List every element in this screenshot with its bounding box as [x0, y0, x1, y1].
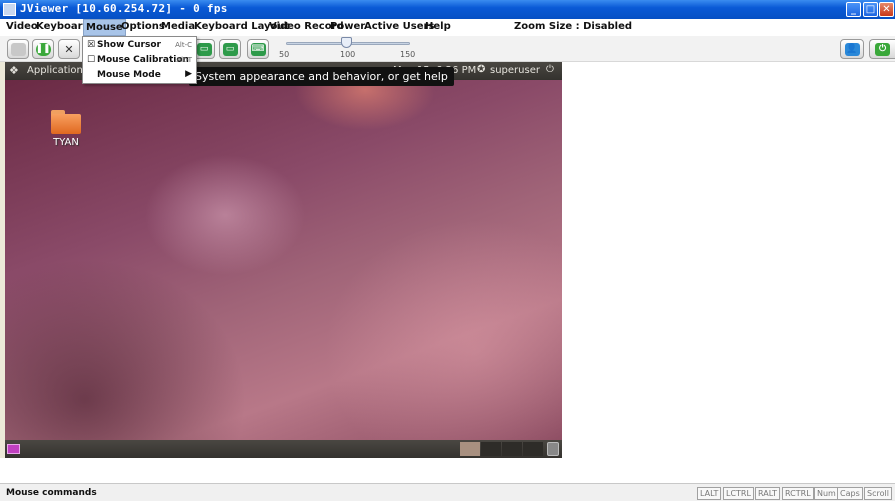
trash-icon[interactable] — [547, 442, 559, 456]
mouse-calibration-item[interactable]: ☐ Mouse Calibration Alt-T — [83, 53, 196, 68]
menu-mouse[interactable]: Mouse — [83, 19, 126, 36]
menu-media[interactable]: Media — [161, 21, 195, 32]
applications-menu[interactable]: Applications — [27, 65, 88, 76]
mouse-menu-dropdown: ☒ Show Cursor Alt-C ☐ Mouse Calibration … — [82, 36, 197, 84]
statusbar: Mouse commands LALT LCTRL RALT RCTRL Num… — [0, 483, 895, 501]
user-icon: 👤 — [844, 42, 860, 56]
drive-icon: ▭ — [196, 42, 212, 56]
slider-tick-label: 150 — [400, 50, 416, 59]
remote-desktop-view[interactable]: ❖ Applications May 15, 6:26 PM ✪ superus… — [5, 62, 562, 458]
key-indicator-num: Num — [814, 487, 839, 500]
minimize-button[interactable]: _ — [846, 2, 861, 17]
mouse-mode-item[interactable]: Mouse Mode ▶ — [83, 68, 196, 83]
key-indicator-caps: Caps — [837, 487, 863, 500]
menu-keyboard[interactable]: Keyboard — [36, 21, 90, 32]
show-cursor-item[interactable]: ☒ Show Cursor Alt-C — [83, 38, 196, 53]
key-indicator-ralt: RALT — [755, 487, 780, 500]
pause-icon: ❚❚ — [35, 42, 51, 56]
power-button[interactable]: ⏻ — [869, 39, 895, 59]
menu-active-users[interactable]: Active Users — [364, 21, 434, 32]
show-desktop-icon[interactable] — [7, 444, 20, 454]
desktop-icon-label: TYAN — [53, 137, 79, 148]
desktop-wallpaper — [5, 80, 562, 440]
menu-options[interactable]: Options — [121, 21, 165, 32]
zoom-slider-thumb[interactable] — [341, 37, 352, 48]
workspace-switcher-active[interactable] — [460, 442, 480, 456]
window-title: JViewer [10.60.254.72] - 0 fps — [20, 2, 228, 15]
key-indicator-rctrl: RCTRL — [782, 487, 814, 500]
stop-button[interactable] — [7, 39, 29, 59]
user-status-icon: ✪ — [477, 64, 486, 75]
gnome-foot-icon: ❖ — [9, 64, 19, 77]
gnome-bottom-panel — [5, 440, 562, 458]
keyboard-icon: ⌨ — [250, 42, 266, 56]
pause-button[interactable]: ❚❚ — [32, 39, 54, 59]
menu-help[interactable]: Help — [425, 21, 451, 32]
empty-canvas-area — [562, 62, 895, 458]
key-indicator-lctrl: LCTRL — [723, 487, 754, 500]
status-message: Mouse commands — [6, 488, 97, 498]
shutdown-icon[interactable]: ⏻ — [546, 64, 554, 75]
keyboard-button[interactable]: ⌨ — [247, 39, 269, 59]
java-app-icon — [3, 3, 16, 16]
folder-icon[interactable] — [51, 110, 81, 134]
key-indicator-lalt: LALT — [697, 487, 722, 500]
window-titlebar: JViewer [10.60.254.72] - 0 fps _ □ ✕ — [0, 0, 895, 19]
submenu-arrow-icon: ▶ — [185, 69, 192, 79]
workspace-switcher[interactable] — [481, 442, 501, 456]
menubar: Video Keyboard Mouse Options Media Keybo… — [0, 19, 895, 36]
slider-tick-label: 50 — [279, 50, 290, 59]
zoom-size-label: Zoom Size : Disabled — [514, 21, 633, 32]
menu-power[interactable]: Power — [330, 21, 365, 32]
close-button[interactable]: ✕ — [879, 2, 894, 17]
slider-tick-label: 100 — [340, 50, 356, 59]
storage-icon: ▭ — [222, 42, 238, 56]
checkbox-unchecked-icon: ☐ — [87, 55, 96, 65]
workspace-switcher[interactable] — [523, 442, 543, 456]
menu-video[interactable]: Video — [6, 21, 38, 32]
workspace-switcher[interactable] — [502, 442, 522, 456]
panel-username[interactable]: superuser — [490, 65, 540, 76]
panel-tooltip: System appearance and behavior, or get h… — [189, 67, 454, 86]
maximize-button[interactable]: □ — [863, 2, 878, 17]
fullscreen-icon: ✕ — [64, 42, 74, 56]
active-users-button[interactable]: 👤 — [840, 39, 864, 59]
power-icon: ⏻ — [875, 42, 890, 56]
key-indicator-scroll: Scroll — [864, 487, 892, 500]
checkbox-checked-icon: ☒ — [87, 40, 96, 50]
fullscreen-button[interactable]: ✕ — [58, 39, 80, 59]
stop-icon — [10, 42, 26, 56]
status-gap — [0, 458, 895, 483]
media-storage-button[interactable]: ▭ — [219, 39, 241, 59]
